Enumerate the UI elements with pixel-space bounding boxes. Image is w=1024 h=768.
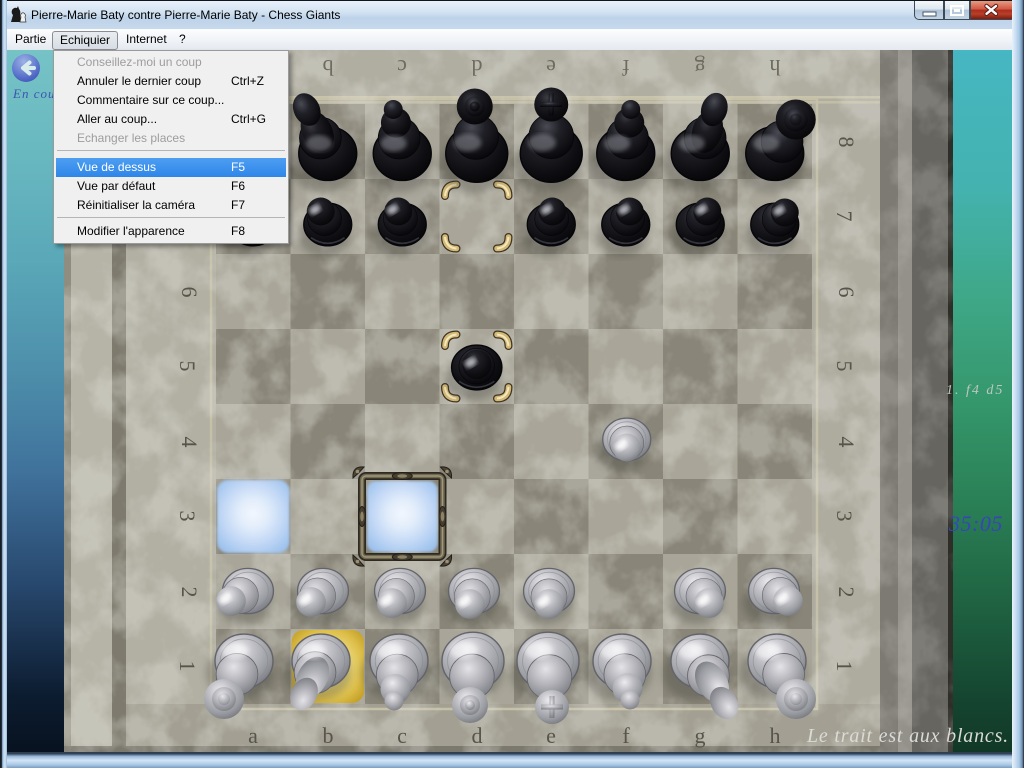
svg-text:2: 2 — [834, 587, 859, 598]
svg-text:f: f — [622, 723, 630, 748]
svg-text:g: g — [695, 55, 706, 80]
svg-text:c: c — [397, 723, 407, 748]
svg-text:d: d — [472, 55, 483, 80]
svg-text:4: 4 — [177, 437, 202, 448]
svg-text:4: 4 — [834, 437, 859, 448]
svg-text:a: a — [248, 723, 258, 748]
svg-text:6: 6 — [834, 287, 859, 298]
svg-text:b: b — [323, 55, 334, 80]
svg-text:5: 5 — [175, 361, 200, 372]
svg-text:f: f — [622, 55, 630, 80]
svg-text:h: h — [770, 723, 781, 748]
svg-text:g: g — [695, 723, 706, 748]
svg-text:h: h — [770, 55, 781, 80]
svg-text:1: 1 — [175, 661, 200, 672]
svg-text:c: c — [397, 55, 407, 80]
svg-text:2: 2 — [177, 587, 202, 598]
svg-text:8: 8 — [834, 137, 859, 148]
svg-text:3: 3 — [832, 511, 857, 522]
svg-text:e: e — [546, 55, 556, 80]
svg-text:e: e — [546, 723, 556, 748]
svg-text:1: 1 — [832, 661, 857, 672]
svg-text:5: 5 — [832, 361, 857, 372]
svg-text:7: 7 — [832, 211, 857, 222]
svg-text:d: d — [472, 723, 483, 748]
svg-text:3: 3 — [175, 511, 200, 522]
svg-text:b: b — [323, 723, 334, 748]
svg-text:6: 6 — [177, 287, 202, 298]
